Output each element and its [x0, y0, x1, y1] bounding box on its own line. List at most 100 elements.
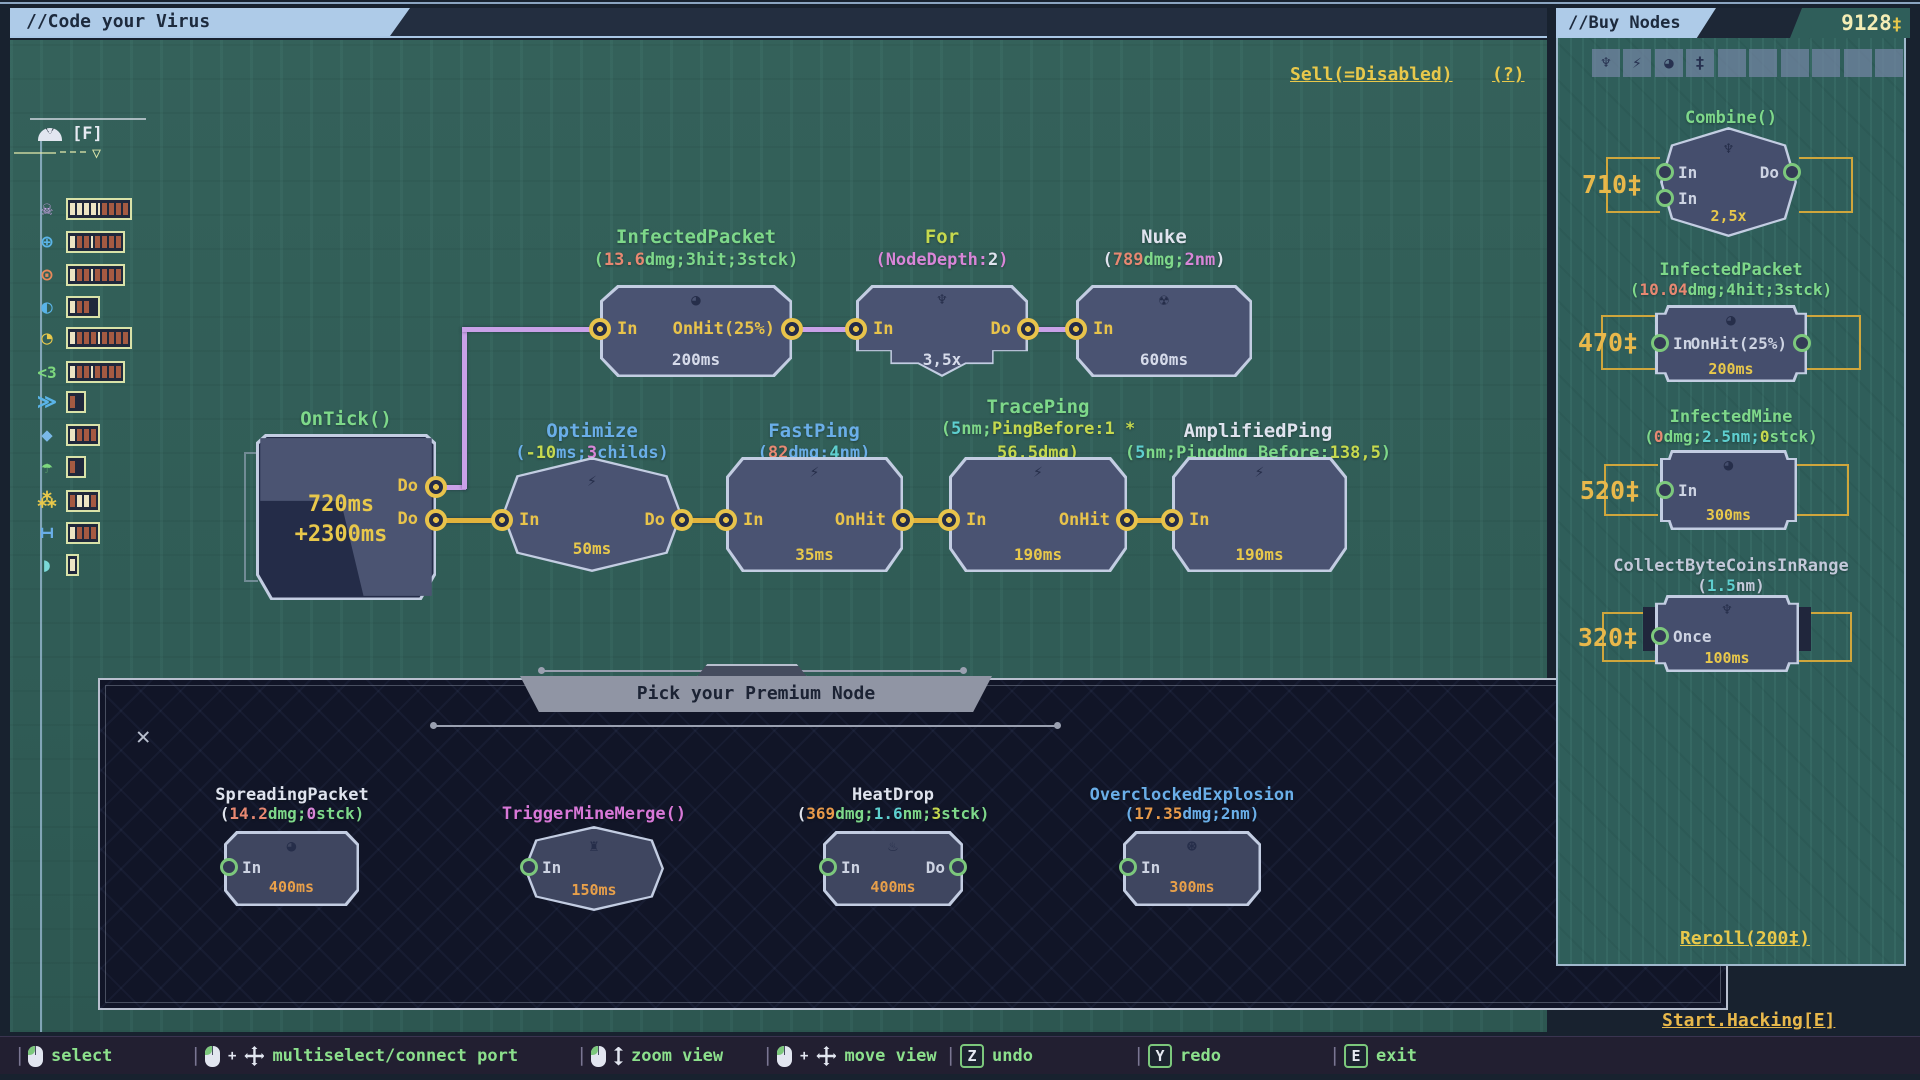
bar-segment — [91, 301, 96, 313]
premium-sub-overclockedexplosion: (17.35dmg;2nm) — [1125, 804, 1260, 823]
buy-tab-currency-icon[interactable]: ‡ — [1686, 49, 1714, 77]
buy-tab-lightning-icon[interactable]: ⚡ — [1623, 49, 1651, 77]
port-in[interactable] — [1651, 334, 1669, 352]
sub-part: PingBefore:1 * — [992, 419, 1135, 439]
port-label: In — [519, 510, 539, 530]
move-arrows-icon — [244, 1046, 264, 1066]
port-onhit[interactable] — [781, 318, 803, 340]
port-in[interactable] — [491, 509, 513, 531]
dropdown-triangle-icon[interactable]: ▽ — [92, 144, 101, 162]
bar-segment — [70, 366, 75, 378]
bar-segment — [91, 203, 96, 215]
node-for[interactable]: ♆ 3,5x In Do — [856, 285, 1028, 377]
port-do-2[interactable] — [425, 509, 447, 531]
port-in[interactable] — [819, 858, 837, 876]
port-in[interactable] — [1161, 509, 1183, 531]
help-link[interactable]: (?) — [1492, 64, 1525, 85]
bar-segment — [116, 236, 121, 248]
node-fastping[interactable]: ⚡ 35ms In OnHit — [726, 457, 903, 572]
bar-segment — [116, 332, 121, 344]
premium-node-heatdrop[interactable]: ♨ 400ms In Do — [823, 831, 963, 906]
circuit-icon: ♆ — [1660, 139, 1797, 158]
port-do[interactable] — [671, 509, 693, 531]
hint-label: redo — [1180, 1046, 1221, 1066]
port-in[interactable] — [220, 858, 238, 876]
port-onhit[interactable] — [892, 509, 914, 531]
sub-part: ( — [1125, 804, 1135, 823]
bar-segment — [84, 332, 89, 344]
buy-tab-empty[interactable] — [1812, 49, 1840, 77]
skull-icon: ☠ — [34, 198, 60, 220]
port-in[interactable] — [938, 509, 960, 531]
sub-part: stck) — [941, 804, 989, 823]
hint-label: move view — [844, 1046, 936, 1066]
buy-tab-empty[interactable] — [1781, 49, 1809, 77]
stat-row-spider: ⁂ — [34, 490, 100, 512]
buy-node-infectedmine[interactable]: ◕ In 300ms — [1660, 450, 1797, 530]
sell-toggle-link[interactable]: Sell(=Disabled) — [1290, 64, 1453, 85]
port-do[interactable] — [949, 858, 967, 876]
node-timer: 150ms — [524, 881, 664, 899]
stat-bar — [66, 264, 125, 286]
buy-tab-empty[interactable] — [1875, 49, 1903, 77]
bar-segment — [84, 495, 89, 507]
port-in[interactable] — [715, 509, 737, 531]
toolbar-separator: | — [576, 1044, 587, 1066]
node-timer: 200ms — [600, 350, 792, 369]
hint-multiselect: + multiselect/connect port — [205, 1037, 518, 1075]
bar-segment — [98, 332, 100, 344]
port-in[interactable] — [1656, 481, 1674, 499]
buy-node-collectbytecoins[interactable]: ♆ Once 100ms — [1655, 595, 1799, 672]
node-amplifiedping[interactable]: ⚡ 190ms In — [1172, 457, 1347, 572]
port-in[interactable] — [845, 318, 867, 340]
buy-tab-empty[interactable] — [1844, 49, 1872, 77]
port-do[interactable] — [1017, 318, 1039, 340]
port-in[interactable] — [520, 858, 538, 876]
node-optimize[interactable]: ⚡ 50ms In Do — [502, 457, 682, 572]
port-in-1[interactable] — [1656, 163, 1674, 181]
coin-counter: 9128‡ — [1790, 8, 1910, 38]
hint-move: + move view — [777, 1037, 937, 1075]
start-hacking-button[interactable]: Start.Hacking[E] — [1662, 1010, 1835, 1031]
buy-tab-empty[interactable] — [1749, 49, 1777, 77]
buy-node-combine[interactable]: ♆ In In Do 2,5x — [1660, 127, 1797, 237]
premium-node-overclockedexplosion[interactable]: ⊛ 300ms In — [1123, 831, 1261, 906]
node-flange — [1797, 607, 1811, 651]
buy-title-infectedpacket: InfectedPacket — [1659, 260, 1802, 280]
port-do-1[interactable] — [425, 476, 447, 498]
node-ontick[interactable]: 720ms +2300ms Do Do — [256, 434, 436, 600]
bar-segment — [91, 269, 93, 281]
node-traceping[interactable]: ⚡ 190ms In OnHit — [949, 457, 1127, 572]
port-in[interactable] — [1119, 858, 1137, 876]
buy-node-infectedpacket[interactable]: ◕ In OnHit(25%) 200ms — [1655, 305, 1807, 382]
port-label: In — [242, 858, 261, 877]
stat-row-drill: ◗ — [34, 554, 79, 576]
buy-tab-packet-icon[interactable]: ◕ — [1655, 49, 1683, 77]
price-bracket — [1807, 315, 1861, 370]
port-do[interactable] — [1783, 163, 1801, 181]
stat-row-comet: ◐ — [34, 296, 100, 318]
port-label: In — [1678, 481, 1697, 500]
reroll-button[interactable]: Reroll(200‡) — [1680, 928, 1810, 949]
stat-bar — [66, 391, 86, 413]
node-infectedpacket[interactable]: ◕ 200ms In OnHit(25%) — [600, 285, 792, 377]
premium-node-spreadingpacket[interactable]: ◕ 400ms In — [224, 831, 359, 906]
node-nuke[interactable]: ☢ 600ms In — [1076, 285, 1252, 377]
port-onhit[interactable] — [1793, 334, 1811, 352]
port-in[interactable] — [1065, 318, 1087, 340]
port-once[interactable] — [1651, 627, 1669, 645]
sub-part: ( — [220, 804, 230, 823]
sub-part: dmg; — [1182, 804, 1221, 823]
sub-part: 2.5 — [1702, 427, 1731, 446]
sub-part: stck) — [316, 804, 364, 823]
buy-tab-combine-icon[interactable]: ♆ — [1592, 49, 1620, 77]
hint-undo: Z undo — [960, 1037, 1033, 1075]
node-timer: 600ms — [1076, 350, 1252, 369]
port-in-2[interactable] — [1656, 189, 1674, 207]
hint-label: multiselect/connect port — [272, 1046, 518, 1066]
buy-tab-empty[interactable] — [1718, 49, 1746, 77]
sub-part: 369 — [806, 804, 835, 823]
port-in[interactable] — [589, 318, 611, 340]
port-onhit[interactable] — [1116, 509, 1138, 531]
premium-node-triggerminemerge[interactable]: ♜ 150ms In — [524, 826, 664, 911]
